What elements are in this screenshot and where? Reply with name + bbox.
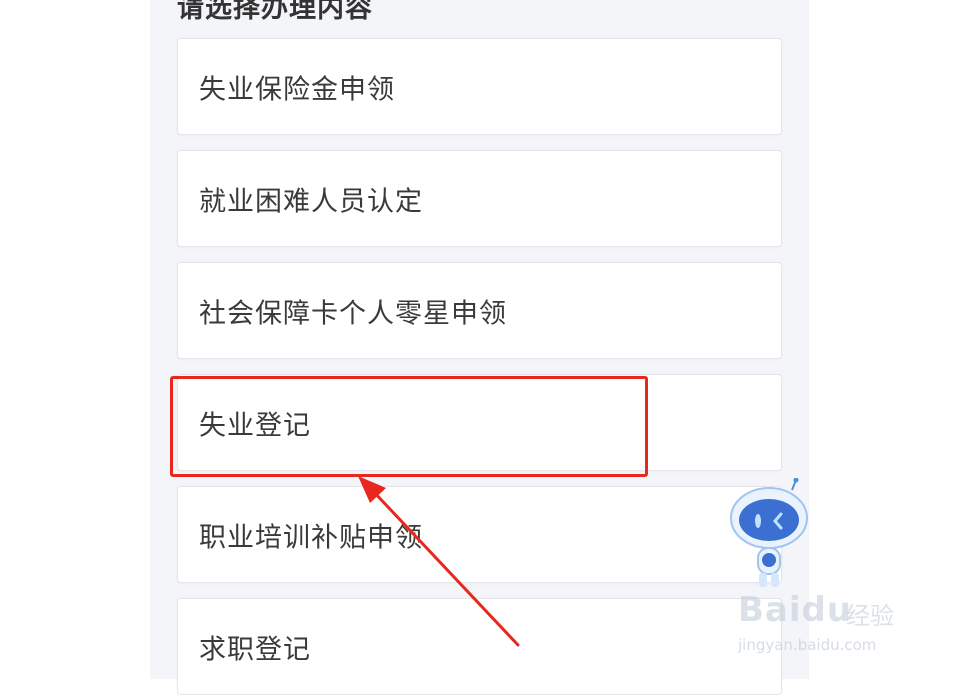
watermark-brand: Baidu (738, 590, 853, 630)
watermark-url: jingyan.baidu.com (738, 636, 877, 654)
robot-mascot-icon (730, 478, 808, 587)
watermark-sub: 经验 (846, 602, 894, 630)
red-arrow-icon (358, 476, 520, 647)
baidu-jingyan-watermark: Baidu 经验 jingyan.baidu.com (738, 590, 918, 660)
